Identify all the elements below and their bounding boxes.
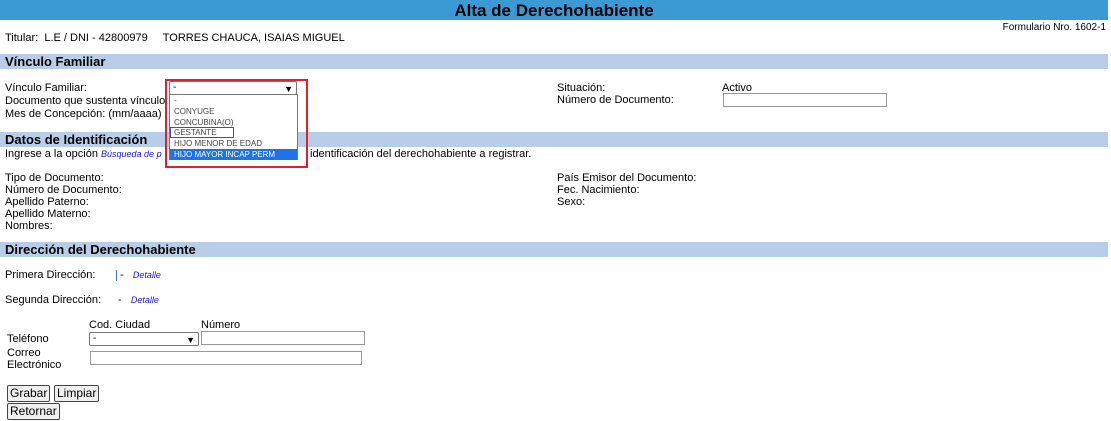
pais-emisor-label: País Emisor del Documento: xyxy=(557,172,697,184)
cod-ciudad-value: - xyxy=(93,333,97,344)
chevron-down-icon: ▼ xyxy=(186,335,195,345)
telefono-label: Teléfono xyxy=(7,333,49,345)
tipo-documento-label: Tipo de Documento: xyxy=(5,172,104,184)
titular-name: TORRES CHAUCA, ISAIAS MIGUEL xyxy=(162,32,345,44)
busqueda-link[interactable]: Búsqueda de p xyxy=(101,149,162,159)
form-number: Formulario Nro. 1602-1 xyxy=(1002,22,1106,33)
titular-label: Titular: xyxy=(5,32,39,44)
instruction-prefix: Ingrese a la opción xyxy=(5,148,98,160)
text-cursor xyxy=(116,269,117,281)
primera-detalle-link[interactable]: Detalle xyxy=(133,270,161,280)
numero-documento-label: Número de Documento: xyxy=(557,94,674,106)
numero-label: Número xyxy=(201,319,241,331)
numero-documento-input[interactable] xyxy=(723,93,887,107)
titular-row: Titular: L.E / DNI - 42800979 TORRES CHA… xyxy=(5,32,345,44)
documento-sustenta-label: Documento que sustenta vínculo: xyxy=(5,95,169,107)
segunda-direccion-label: Segunda Dirección: xyxy=(5,294,102,306)
vinculo-label: Vínculo Familiar: xyxy=(5,82,87,94)
sexo-label: Sexo: xyxy=(557,196,586,208)
correo-label-line1: Correo xyxy=(7,347,41,359)
correo-input[interactable] xyxy=(90,351,362,365)
grabar-button[interactable]: Grabar xyxy=(7,385,51,402)
instruction-suffix: identificación del derechohabiente a reg… xyxy=(310,148,532,160)
highlight-box xyxy=(165,79,308,168)
mes-concepcion-label: Mes de Concepción: (mm/aaaa) xyxy=(5,108,162,120)
cod-ciudad-select[interactable]: - ▼ xyxy=(89,332,199,346)
limpiar-button[interactable]: Limpiar xyxy=(54,385,100,402)
primera-direccion-value: - xyxy=(120,269,124,281)
segunda-detalle-link[interactable]: Detalle xyxy=(131,295,159,305)
numero-documento-id-label: Número de Documento: xyxy=(5,184,122,196)
nombres-label: Nombres: xyxy=(5,220,53,232)
telefono-input[interactable] xyxy=(201,331,365,345)
fec-nacimiento-label: Fec. Nacimiento: xyxy=(557,184,640,196)
correo-label-line2: Electrónico xyxy=(7,359,62,371)
section-vinculo: Vínculo Familiar xyxy=(0,54,1108,69)
retornar-button[interactable]: Retornar xyxy=(7,403,60,420)
primera-direccion-label: Primera Dirección: xyxy=(5,269,96,281)
situacion-label: Situación: xyxy=(557,82,606,94)
instruction-text: Ingrese a la opción Búsqueda de p xyxy=(5,148,162,160)
segunda-direccion-row: - Detalle xyxy=(118,294,159,306)
titular-document: L.E / DNI - 42800979 xyxy=(44,32,148,44)
section-direccion: Dirección del Derechohabiente xyxy=(0,242,1108,257)
cod-ciudad-label: Cod. Ciudad xyxy=(89,319,151,331)
segunda-direccion-value: - xyxy=(118,294,122,306)
page-title: Alta de Derechohabiente xyxy=(0,0,1108,20)
apellido-paterno-label: Apellido Paterno: xyxy=(5,196,89,208)
primera-direccion-row: - Detalle xyxy=(116,269,161,281)
apellido-materno-label: Apellido Materno: xyxy=(5,208,91,220)
